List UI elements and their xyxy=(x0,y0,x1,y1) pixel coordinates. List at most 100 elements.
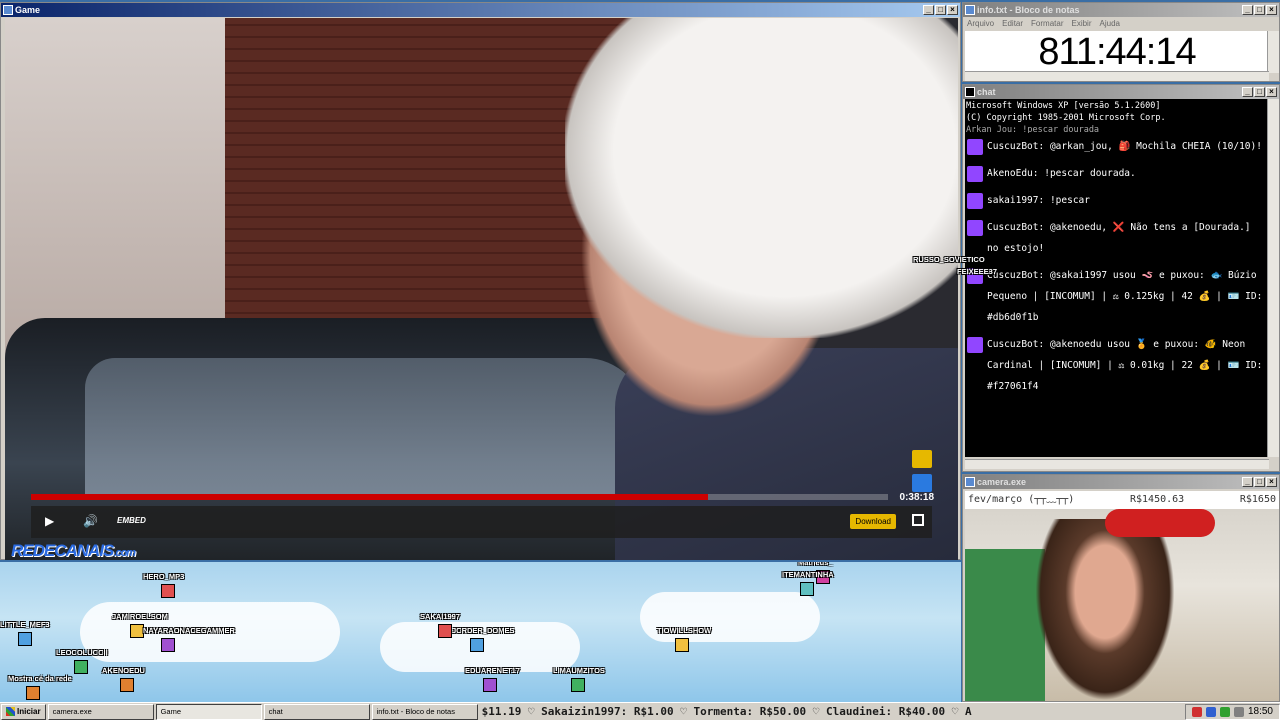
maximize-button[interactable]: □ xyxy=(935,5,946,15)
close-button[interactable]: × xyxy=(1266,5,1277,15)
notepad-content[interactable]: 811:44:14 xyxy=(965,31,1269,73)
player-avatar[interactable] xyxy=(26,686,40,700)
goal-target: R$1650 xyxy=(1239,494,1276,505)
stream-avatars-area: HERO_MP3 LITTLE_MEF3 JAMIROELSOM NAYARAONAC… xyxy=(0,562,961,702)
chat-hscroll[interactable] xyxy=(965,459,1269,469)
player-avatar[interactable] xyxy=(161,584,175,598)
start-label: Iniciar xyxy=(17,707,41,716)
menu-editar[interactable]: Editar xyxy=(1002,19,1023,28)
twitch-icon xyxy=(967,337,983,353)
game-window[interactable]: Game _ □ × 0:38:18 ▶ 🔊 EMBED Download RE… xyxy=(0,2,961,560)
chat-message-text: !pescar xyxy=(1049,195,1090,206)
chat-username: AkenoEdu xyxy=(987,168,1033,179)
minimize-button[interactable]: _ xyxy=(1242,477,1253,487)
twitch-icon xyxy=(967,220,983,236)
notepad-window[interactable]: info.txt - Bloco de notas _ □ × Arquivo … xyxy=(962,2,1280,82)
player-avatar[interactable] xyxy=(120,678,134,692)
camera-titlebar[interactable]: camera.exe _ □ × xyxy=(963,475,1279,489)
webcam-plant xyxy=(965,549,1045,701)
chat-message: CuscuzBot: @sakai1997 usou 🪱 e puxou: 🐟 … xyxy=(965,262,1269,331)
player-avatar[interactable] xyxy=(161,638,175,652)
notepad-vscroll[interactable] xyxy=(1267,31,1279,73)
video-player[interactable]: 0:38:18 ▶ 🔊 EMBED Download REDECANAIS.co… xyxy=(5,18,958,560)
cast-icon[interactable] xyxy=(912,474,932,492)
cmd-icon xyxy=(965,87,975,97)
webcam-person xyxy=(1035,519,1175,701)
chat-message: CuscuzBot: @akenoedu, ❌ Não tens a [Dour… xyxy=(965,214,1269,262)
game-titlebar[interactable]: Game _ □ × xyxy=(1,3,960,17)
menu-ajuda[interactable]: Ajuda xyxy=(1100,19,1120,28)
player-avatar[interactable] xyxy=(438,624,452,638)
progress-fill xyxy=(31,494,709,500)
minimize-button[interactable]: _ xyxy=(923,5,934,15)
menu-exibir[interactable]: Exibir xyxy=(1071,19,1091,28)
chat-username: CuscuzBot xyxy=(987,222,1039,233)
donation-ticker: $11.19 ♡ Sakaizin1997: R$1.00 ♡ Tormenta… xyxy=(481,705,972,718)
console-header-line: Microsoft Windows XP [versão 5.1.2600] xyxy=(966,101,1161,111)
volume-tray-icon[interactable] xyxy=(1233,706,1244,717)
console-header-line: (C) Copyright 1985-2001 Microsoft Corp. xyxy=(966,113,1166,123)
progress-bar[interactable] xyxy=(31,494,888,500)
tray-icon[interactable] xyxy=(1205,706,1216,717)
menu-formatar[interactable]: Formatar xyxy=(1031,19,1063,28)
minimize-button[interactable]: _ xyxy=(1242,87,1253,97)
twitch-icon xyxy=(967,166,983,182)
camera-title: camera.exe xyxy=(977,477,1027,487)
video-frame-car-window xyxy=(85,358,645,498)
menu-arquivo[interactable]: Arquivo xyxy=(967,19,994,28)
player-avatar[interactable] xyxy=(130,624,144,638)
player-avatar[interactable] xyxy=(483,678,497,692)
player-name: EDUARENET17 xyxy=(465,666,521,675)
close-button[interactable]: × xyxy=(1266,87,1277,97)
chat-message: CuscuzBot: @akenoedu usou 🏅 e puxou: 🐠 N… xyxy=(965,331,1269,400)
download-button[interactable]: Download xyxy=(850,514,896,529)
goal-current: R$1450.63 xyxy=(1130,494,1185,505)
notepad-icon xyxy=(965,5,975,15)
minimize-button[interactable]: _ xyxy=(1242,5,1253,15)
player-name: LIMAUMZITOS xyxy=(553,666,605,675)
windows-logo-icon xyxy=(6,707,15,716)
maximize-button[interactable]: □ xyxy=(1254,477,1265,487)
player-avatar[interactable] xyxy=(470,638,484,652)
chat-message-text: !pescar dourada. xyxy=(1044,168,1136,179)
taskbar-task-button[interactable]: Game xyxy=(155,703,262,720)
chat-partial-line: Arkan_Jou: !pescar dourada xyxy=(966,125,1100,133)
close-button[interactable]: × xyxy=(1266,477,1277,487)
player-avatar[interactable] xyxy=(74,660,88,674)
close-button[interactable]: × xyxy=(947,5,958,15)
start-button[interactable]: Iniciar xyxy=(1,703,46,720)
player-avatar[interactable] xyxy=(800,582,814,596)
twitch-icon xyxy=(967,139,983,155)
chat-message-text: @arkan_jou, 🎒 Mochila CHEIA (10/10)! xyxy=(1049,141,1262,152)
chat-titlebar[interactable]: chat _ □ × xyxy=(963,85,1279,99)
chat-username: CuscuzBot xyxy=(987,141,1039,152)
maximize-button[interactable]: □ xyxy=(1254,5,1265,15)
taskbar-task-button[interactable]: chat xyxy=(263,703,370,720)
fullscreen-icon[interactable] xyxy=(912,514,924,526)
webcam-bow xyxy=(1105,509,1215,537)
tray-icon[interactable] xyxy=(1191,706,1202,717)
player-avatar[interactable] xyxy=(571,678,585,692)
taskbar: Iniciar camera.exe Game chat info.txt - Blo… xyxy=(0,702,1280,720)
camera-window[interactable]: camera.exe _ □ × fev/março (┬┬﹏┬┬) R$145… xyxy=(962,474,1280,702)
player-avatar[interactable] xyxy=(18,632,32,646)
maximize-button[interactable]: □ xyxy=(1254,87,1265,97)
player-name: Mostra cé da rede xyxy=(8,674,72,683)
play-icon[interactable]: ▶ xyxy=(45,514,54,528)
chat-vscroll[interactable] xyxy=(1267,99,1279,457)
chat-username: sakai1997 xyxy=(987,195,1039,206)
chat-console[interactable]: Microsoft Windows XP [versão 5.1.2600] (… xyxy=(965,99,1269,457)
notepad-hscroll[interactable] xyxy=(965,71,1269,81)
player-avatar[interactable] xyxy=(675,638,689,652)
watch-later-icon[interactable] xyxy=(912,450,932,468)
player-name: Matheus_ xyxy=(798,562,833,567)
game-title: Game xyxy=(15,5,41,15)
embed-button[interactable]: EMBED xyxy=(117,516,146,525)
taskbar-task-button[interactable]: info.txt - Bloco de notas xyxy=(371,703,478,720)
chat-window[interactable]: chat _ □ × Microsoft Windows XP [versão … xyxy=(913,84,1280,472)
volume-icon[interactable]: 🔊 xyxy=(83,514,98,528)
taskbar-task-button[interactable]: camera.exe xyxy=(47,703,154,720)
notepad-menu: Arquivo Editar Formatar Exibir Ajuda xyxy=(963,17,1279,29)
notepad-titlebar[interactable]: info.txt - Bloco de notas _ □ × xyxy=(963,3,1279,17)
tray-icon[interactable] xyxy=(1219,706,1230,717)
